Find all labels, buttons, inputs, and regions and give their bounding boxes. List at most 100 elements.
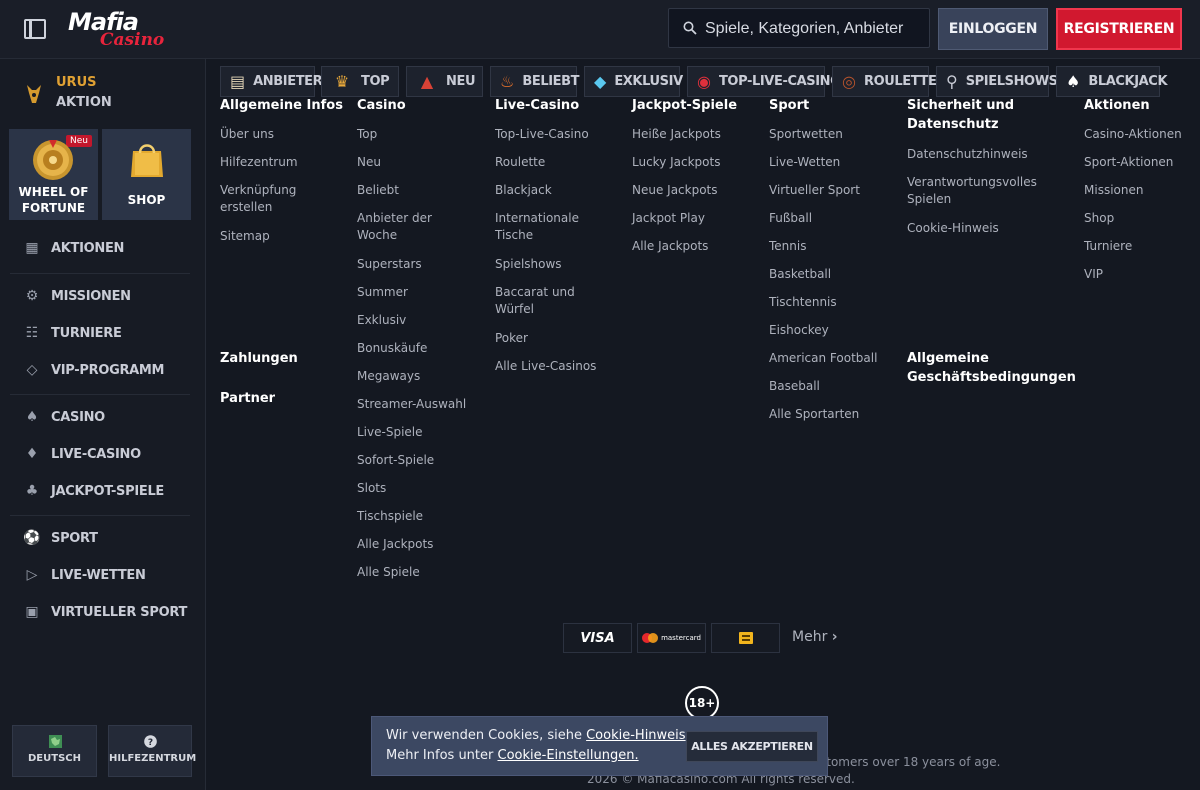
wheel-of-fortune-tile[interactable]: Neu WHEEL OF FORTUNE: [9, 129, 98, 220]
footer-link[interactable]: Top-Live-Casino: [495, 126, 589, 143]
sidebar-item-sport[interactable]: ⚽ SPORT: [23, 528, 98, 548]
footer-link[interactable]: Sportwetten: [769, 126, 843, 143]
footer-link[interactable]: Tischspiele: [357, 508, 423, 525]
footer-link[interactable]: Verantwortungsvolles Spielen: [907, 174, 1037, 208]
more-payments-link[interactable]: Mehr ›: [792, 629, 838, 645]
footer-link[interactable]: Missionen: [1084, 182, 1143, 199]
site-logo[interactable]: Mafia Casino: [68, 8, 168, 52]
footer-link[interactable]: Lucky Jackpots: [632, 154, 720, 171]
category-top-live-casino[interactable]: ◉ TOP-LIVE-CASINO: [687, 66, 841, 97]
footer-link[interactable]: Virtueller Sport: [769, 182, 860, 199]
category-spielshows[interactable]: ⚲ SPIELSHOWS: [936, 66, 1058, 97]
footer-link[interactable]: Alle Jackpots: [632, 238, 708, 255]
payment-visa[interactable]: VISA: [563, 623, 632, 653]
footer-heading-agb[interactable]: Allgemeine Geschäftsbedingungen: [907, 349, 1076, 387]
footer-link[interactable]: Datenschutzhinweis: [907, 146, 1028, 163]
language-button[interactable]: DEUTSCH: [12, 725, 97, 777]
footer-link[interactable]: Top: [357, 126, 377, 143]
login-button[interactable]: EINLOGGEN: [938, 8, 1048, 50]
search-input[interactable]: [703, 15, 925, 43]
sidebar-item-jackpot-spiele[interactable]: ♣ JACKPOT-SPIELE: [24, 481, 165, 501]
footer-link[interactable]: Tischtennis: [769, 294, 837, 311]
footer-link[interactable]: Eishockey: [769, 322, 829, 339]
search-box[interactable]: [668, 8, 930, 48]
footer-link[interactable]: Blackjack: [495, 182, 552, 199]
footer-link[interactable]: Exklusiv: [357, 312, 406, 329]
sidebar-item-casino[interactable]: ♠ CASINO: [24, 407, 106, 427]
sidebar-item-virtueller-sport[interactable]: ▣ VIRTUELLER SPORT: [24, 602, 187, 622]
footer-link[interactable]: Verknüpfung erstellen: [220, 182, 320, 216]
footer-link[interactable]: Slots: [357, 480, 386, 497]
footer-link[interactable]: Streamer-Auswahl: [357, 396, 466, 413]
cookie-notice-link[interactable]: Cookie-Hinweis: [586, 728, 685, 743]
footer-link[interactable]: Alle Sportarten: [769, 406, 859, 423]
megaphone-icon: ▲: [420, 72, 434, 91]
footer-link[interactable]: Sitemap: [220, 228, 270, 245]
footer-link[interactable]: Casino-Aktionen: [1084, 126, 1182, 143]
footer-link[interactable]: Alle Live-Casinos: [495, 358, 596, 375]
chevron-right-icon: ›: [831, 629, 838, 645]
footer-link[interactable]: Poker: [495, 330, 528, 347]
footer-heading-partner[interactable]: Partner: [220, 389, 275, 408]
payment-card[interactable]: [711, 623, 780, 653]
help-center-button[interactable]: ? HILFEZENTRUM: [108, 725, 196, 777]
search-icon: [683, 21, 697, 35]
footer-link[interactable]: Sport-Aktionen: [1084, 154, 1173, 171]
footer-link[interactable]: Anbieter der Woche: [357, 210, 447, 244]
visa-icon: VISA: [580, 630, 615, 646]
sidebar-toggle-icon[interactable]: [24, 19, 46, 39]
footer-link[interactable]: Spielshows: [495, 256, 562, 273]
category-blackjack[interactable]: ♠ BLACKJACK: [1056, 66, 1168, 97]
cookie-settings-link[interactable]: Cookie-Einstellungen.: [498, 748, 639, 763]
footer-link[interactable]: Fußball: [769, 210, 812, 227]
sidebar-item-live-wetten[interactable]: ▷ LIVE-WETTEN: [24, 565, 146, 585]
category-roulette[interactable]: ◎ ROULETTE: [832, 66, 937, 97]
footer-link[interactable]: Beliebt: [357, 182, 399, 199]
footer-link[interactable]: Über uns: [220, 126, 274, 143]
shop-tile[interactable]: SHOP: [102, 129, 191, 220]
sidebar-item-aktionen[interactable]: ▦ AKTIONEN: [24, 238, 124, 258]
category-anbieter[interactable]: ▤ ANBIETER: [220, 66, 323, 97]
footer-link[interactable]: Live-Wetten: [769, 154, 840, 171]
footer-link[interactable]: Sofort-Spiele: [357, 452, 434, 469]
register-button[interactable]: REGISTRIEREN: [1056, 8, 1182, 50]
sidebar-item-live-casino[interactable]: ♦ LIVE-CASINO: [24, 444, 141, 464]
footer-link[interactable]: Baccarat und Würfel: [495, 284, 585, 318]
footer-link[interactable]: VIP: [1084, 266, 1103, 283]
footer-link[interactable]: Megaways: [357, 368, 420, 385]
footer-link[interactable]: Roulette: [495, 154, 545, 171]
footer-link[interactable]: Hilfezentrum: [220, 154, 298, 171]
footer-link[interactable]: Jackpot Play: [632, 210, 705, 227]
chip-icon: ◉: [697, 72, 711, 91]
footer-link[interactable]: Alle Jackpots: [357, 536, 433, 553]
sidebar-item-vip-programm[interactable]: ◇ VIP-PROGRAMM: [24, 360, 165, 380]
footer-link[interactable]: Internationale Tische: [495, 210, 585, 244]
footer-link[interactable]: Neu: [357, 154, 381, 171]
footer-link[interactable]: American Football: [769, 350, 877, 367]
payment-mastercard[interactable]: mastercard: [637, 623, 706, 653]
footer-link[interactable]: Tennis: [769, 238, 806, 255]
tournament-icon: ☷: [25, 325, 39, 341]
footer-link[interactable]: Shop: [1084, 210, 1114, 227]
sidebar-item-turniere[interactable]: ☷ TURNIERE: [24, 323, 122, 343]
footer-link[interactable]: Superstars: [357, 256, 422, 273]
sidebar-item-label: MISSIONEN: [51, 288, 131, 304]
more-label: Mehr: [792, 629, 828, 645]
footer-link[interactable]: Bonuskäufe: [357, 340, 427, 357]
accept-all-cookies-button[interactable]: ALLES AKZEPTIEREN: [686, 731, 818, 762]
category-top[interactable]: ♛ TOP: [321, 66, 399, 97]
category-beliebt[interactable]: ♨ BELIEBT: [490, 66, 580, 97]
footer-heading-zahlungen[interactable]: Zahlungen: [220, 349, 298, 368]
footer-link[interactable]: Live-Spiele: [357, 424, 423, 441]
footer-link[interactable]: Baseball: [769, 378, 820, 395]
footer-link[interactable]: Heiße Jackpots: [632, 126, 721, 143]
footer-link[interactable]: Alle Spiele: [357, 564, 420, 581]
footer-link[interactable]: Cookie-Hinweis: [907, 220, 999, 237]
footer-link[interactable]: Basketball: [769, 266, 831, 283]
category-exklusiv[interactable]: ◆ EXKLUSIV: [584, 66, 683, 97]
footer-link[interactable]: Turniere: [1084, 238, 1132, 255]
category-neu[interactable]: ▲ NEU: [406, 66, 483, 97]
footer-link[interactable]: Neue Jackpots: [632, 182, 718, 199]
sidebar-item-missionen[interactable]: ⚙ MISSIONEN: [24, 286, 131, 306]
footer-link[interactable]: Summer: [357, 284, 408, 301]
